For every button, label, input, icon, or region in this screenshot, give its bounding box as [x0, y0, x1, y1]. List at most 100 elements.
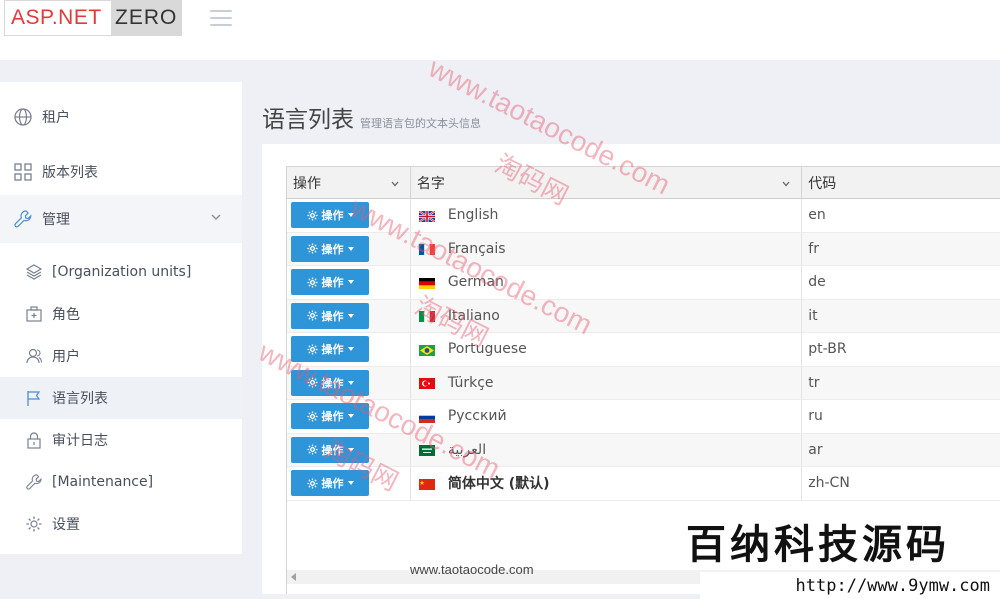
page-subtitle: 管理语言包的文本头信息: [360, 117, 481, 130]
actions-dropdown-button[interactable]: 操作: [291, 436, 369, 463]
actions-cell: 操作: [287, 333, 411, 366]
sidebar-item-audit-logs[interactable]: 审计日志: [0, 419, 242, 461]
actions-button-label: 操作: [321, 276, 344, 290]
actions-button-label: 操作: [321, 376, 344, 390]
sidebar-item-label: [Organization units]: [52, 264, 192, 280]
language-name: Türkçe: [447, 374, 494, 391]
actions-cell: 操作: [287, 400, 411, 433]
language-name: 简体中文 (默认): [447, 476, 550, 493]
actions-dropdown-button[interactable]: 操作: [291, 336, 369, 363]
sidebar-item-editions[interactable]: 版本列表: [0, 152, 242, 192]
gear-icon: [306, 277, 318, 288]
users-icon: [24, 346, 44, 366]
lock-icon: [24, 430, 44, 450]
flag-ru-icon: [418, 411, 435, 423]
column-header-name[interactable]: 名字: [411, 167, 803, 198]
caret-down-icon: [347, 313, 354, 318]
grid-header: 操作 名字 代码: [287, 167, 1000, 199]
sidebar-item-settings[interactable]: 设置: [0, 503, 242, 545]
caret-down-icon: [347, 280, 354, 285]
table-row: 操作 German de: [287, 266, 1000, 300]
code-cell: tr: [808, 374, 820, 391]
name-cell: العربية: [411, 433, 803, 466]
actions-button-label: 操作: [321, 410, 344, 424]
flag-gb-icon: [418, 209, 436, 223]
gear-icon: [306, 444, 318, 455]
grid-body: 操作 English en 操作 Français fr 操作 German de 操作 Itali…: [287, 199, 1000, 501]
sidebar-item-administration[interactable]: 管理: [0, 195, 242, 243]
actions-dropdown-button[interactable]: 操作: [291, 202, 369, 229]
caret-down-icon: [347, 347, 354, 352]
actions-cell: 操作: [287, 232, 411, 265]
actions-cell: 操作: [287, 366, 411, 399]
gear-icon: [306, 344, 318, 355]
watermark-bottom-url: www.taotaocode.com: [410, 562, 534, 577]
grid-icon: [12, 161, 34, 183]
gear-icon: [306, 210, 318, 221]
sidebar-item-label: 版本列表: [42, 165, 98, 181]
gear-icon: [306, 377, 318, 388]
name-cell: Portuguese: [411, 333, 803, 366]
flag-sa-icon: [418, 444, 435, 457]
sidebar-item-label: [Maintenance]: [52, 474, 154, 490]
actions-dropdown-button[interactable]: 操作: [291, 470, 369, 497]
briefcase-icon: [24, 304, 44, 324]
table-row: 操作 Русский ru: [287, 400, 1000, 434]
sidebar-item-organization-units[interactable]: [Organization units]: [0, 251, 242, 293]
sidebar-item-languages[interactable]: 语言列表: [0, 377, 242, 419]
column-header-actions[interactable]: 操作: [287, 167, 411, 198]
table-row: 操作 Portuguese pt-BR: [287, 333, 1000, 367]
chevron-down-icon: [390, 177, 400, 187]
flag-br-icon: [418, 344, 435, 356]
column-header-code[interactable]: 代码: [802, 167, 1000, 198]
menu-toggle-icon[interactable]: [210, 10, 232, 26]
actions-dropdown-button[interactable]: 操作: [291, 369, 369, 396]
sidebar: 租户 版本列表 管理 [Organization units] 角色 用户 语言…: [0, 82, 242, 554]
actions-button-label: 操作: [321, 477, 344, 491]
layers-icon: [24, 262, 44, 282]
actions-button-label: 操作: [321, 242, 344, 256]
name-cell: English: [411, 199, 803, 232]
actions-dropdown-button[interactable]: 操作: [291, 302, 369, 329]
language-name: Portuguese: [447, 341, 527, 358]
page-title: 语言列表: [262, 107, 354, 133]
code-cell: ru: [808, 408, 823, 425]
sidebar-item-users[interactable]: 用户: [0, 335, 242, 377]
code-cell: pt-BR: [808, 341, 847, 358]
name-cell: Русский: [411, 400, 803, 433]
code-cell: zh-CN: [808, 475, 850, 492]
actions-cell: 操作: [287, 467, 411, 500]
actions-dropdown-button[interactable]: 操作: [291, 235, 369, 262]
flag-cn-icon: [418, 478, 435, 490]
name-cell: Français: [411, 232, 803, 265]
app-logo[interactable]: ASP.NET ZERO: [4, 0, 182, 36]
gear-icon: [24, 514, 44, 534]
actions-dropdown-button[interactable]: 操作: [291, 403, 369, 430]
scroll-left-icon[interactable]: [291, 573, 296, 581]
logo-text-aspnet: ASP.NET: [5, 1, 111, 35]
sidebar-item-label: 角色: [52, 307, 80, 323]
language-name: Italiano: [447, 307, 500, 324]
name-cell: German: [411, 266, 803, 299]
sidebar-item-label: 语言列表: [52, 391, 108, 407]
gear-icon: [306, 411, 318, 422]
actions-dropdown-button[interactable]: 操作: [291, 269, 369, 296]
table-row: 操作 Français fr: [287, 232, 1000, 266]
sidebar-item-roles[interactable]: 角色: [0, 293, 242, 335]
actions-cell: 操作: [287, 433, 411, 466]
actions-cell: 操作: [287, 199, 411, 232]
name-cell: 简体中文 (默认): [411, 467, 803, 500]
code-cell: ar: [808, 441, 823, 458]
sidebar-item-label: 设置: [52, 517, 80, 533]
actions-cell: 操作: [287, 299, 411, 332]
code-cell: fr: [808, 240, 819, 257]
actions-cell: 操作: [287, 266, 411, 299]
code-cell: it: [808, 307, 818, 324]
globe-icon: [12, 106, 34, 128]
logo-text-zero: ZERO: [111, 1, 181, 35]
actions-button-label: 操作: [321, 209, 344, 223]
sidebar-item-tenants[interactable]: 租户: [0, 82, 242, 152]
sidebar-item-label: 管理: [42, 212, 70, 228]
sidebar-item-maintenance[interactable]: [Maintenance]: [0, 461, 242, 503]
flag-icon: [24, 388, 44, 408]
